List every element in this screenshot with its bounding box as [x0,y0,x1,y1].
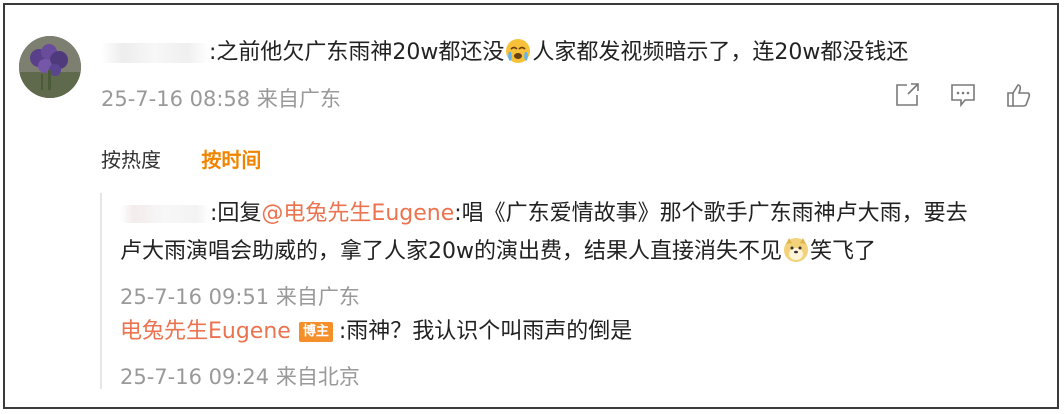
sort-bar: 按热度 按时间 [101,144,295,173]
reply-list: :回复@电兔先生Eugene:唱《广东爱情故事》那个歌手广东雨神卢大雨，要去卢大… [100,193,1040,389]
crying-face-emoji [505,38,531,64]
avatar[interactable] [19,36,81,98]
comment-meta: 25-7-16 08:58 来自广东 [101,87,341,111]
sort-by-time[interactable]: 按时间 [201,144,261,173]
share-icon [896,83,919,106]
reply-text-body: :雨神？我认识个叫雨声的倒是 [338,319,633,344]
reply-text-part1: :唱《广东爱情故事》那个歌手广东雨神卢大雨，要去 [454,201,968,226]
share-button[interactable] [891,81,923,109]
thumbs-up-icon [1007,84,1031,107]
reply-text-part2: 卢大雨演唱会助威的，拿了人家20w的演出费，结果人直接消失不见 [120,239,782,264]
reply-text: :回复@电兔先生Eugene:唱《广东爱情故事》那个歌手广东雨神卢大雨，要去卢大… [120,195,1040,271]
reply-text: 电兔先生Eugene 博主:雨神？我认识个叫雨声的倒是 [120,313,1040,351]
blurred-username[interactable] [120,205,210,223]
comment-text-part1: :之前他欠广东雨神20w都还没 [209,40,505,65]
comment-card: :之前他欠广东雨神20w都还没 人家都发视频暗示了，连20w都没钱还 25-7-1… [3,3,1059,409]
reply-meta: 25-7-16 09:51 来自广东 [120,285,360,309]
doge-emoji [783,237,809,263]
reply-meta: 25-7-16 09:24 来自北京 [120,365,360,389]
avatar-image [19,36,81,98]
blurred-username[interactable] [101,43,209,63]
sort-by-heat[interactable]: 按热度 [101,144,161,173]
comment-text: :之前他欠广东雨神20w都还没 人家都发视频暗示了，连20w都没钱还 [101,37,908,69]
comment-button[interactable] [947,81,979,109]
mention-link[interactable]: @电兔先生Eugene [261,201,454,226]
comment-actions [891,81,1035,109]
blogger-badge: 博主 [298,322,333,342]
reply-prefix: :回复 [210,201,262,226]
author-link[interactable]: 电兔先生Eugene [120,319,291,344]
comment-icon [951,84,975,108]
comment-text-part2: 人家都发视频暗示了，连20w都没钱还 [532,40,909,65]
reply-text-part3: 笑飞了 [810,239,877,264]
like-button[interactable] [1003,81,1035,109]
